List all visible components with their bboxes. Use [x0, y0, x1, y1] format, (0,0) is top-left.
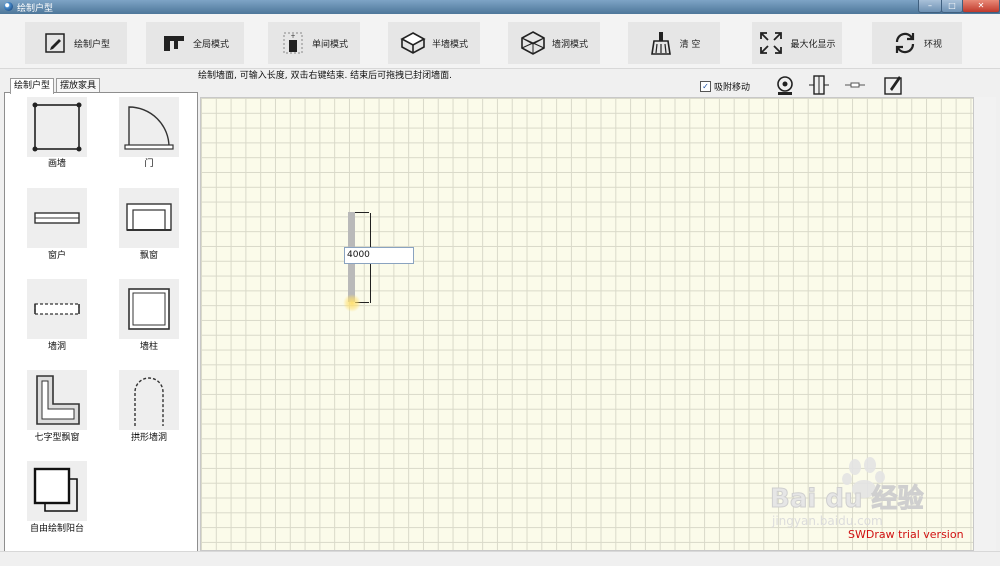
- edit-tool-icon[interactable]: [882, 74, 904, 96]
- right-margin: [974, 97, 996, 551]
- pencil-icon: [45, 33, 65, 53]
- instruction-text: 绘制墙面, 可输入长度, 双击右键结束. 结束后可拖拽已封闭墙面.: [198, 71, 453, 81]
- measure-tool-icon[interactable]: [844, 74, 866, 96]
- free-balcony-tool[interactable]: [27, 461, 87, 521]
- arch-opening-icon: [134, 377, 164, 426]
- look-around-button[interactable]: 环视: [872, 22, 962, 64]
- wall-opening-tool[interactable]: [27, 279, 87, 339]
- window-tool[interactable]: [27, 188, 87, 248]
- snap-checkbox[interactable]: ✓: [700, 81, 711, 92]
- door-tool-icon[interactable]: [808, 74, 830, 96]
- dimension-tick-top: [355, 212, 369, 213]
- draw-floorplan-button[interactable]: 绘制户型: [25, 22, 127, 64]
- door-tool[interactable]: [119, 97, 179, 157]
- app-window: 绘制户型 – □ ✕ 绘制户型 全局模式 + 单间模式 半墙模式 墙洞模式 清 …: [0, 0, 1000, 566]
- close-button[interactable]: ✕: [962, 0, 1000, 13]
- rotate-icon: [895, 32, 915, 54]
- global-mode-button[interactable]: 全局模式: [146, 22, 244, 64]
- item-label: 窗户: [47, 251, 66, 261]
- pillar-tool[interactable]: [119, 279, 179, 339]
- bay-window-icon: [126, 203, 172, 231]
- toolbar-label: 环视: [923, 39, 942, 50]
- item-label: 七字型飘窗: [34, 433, 80, 443]
- watermark-url: jingyan.baidu.com: [772, 514, 883, 528]
- item-label: 画墙: [47, 159, 66, 169]
- svg-text:+: +: [290, 33, 295, 40]
- half-wall-mode-button[interactable]: 半墙模式: [388, 22, 480, 64]
- toolbar-label: 墙洞模式: [551, 39, 588, 50]
- pillar-icon: [128, 288, 170, 330]
- maximize-window-button[interactable]: □: [941, 0, 963, 13]
- maximize-icon: [760, 32, 783, 54]
- free-balcony-icon: [33, 467, 78, 512]
- bottom-strip: [0, 551, 1000, 566]
- tab-draw-floorplan[interactable]: 绘制户型: [10, 78, 55, 94]
- window-icon: [34, 212, 80, 224]
- toolbar-label: 全局模式: [192, 39, 229, 50]
- title-bar: 绘制户型 – □ ✕: [0, 0, 1000, 15]
- item-label: 拱形墙洞: [130, 433, 167, 443]
- bay-window-tool[interactable]: [119, 188, 179, 248]
- tool-panel: 画墙 门 窗户 飘窗 墙洞 墙柱 七字型飘窗 拱形墙洞 自由绘制阳台: [4, 92, 198, 552]
- app-logo-icon: [4, 2, 13, 11]
- draw-wall-icon: [32, 102, 82, 152]
- wall-hole-icon: [521, 31, 545, 55]
- maximize-display-button[interactable]: 最大化显示: [752, 22, 842, 64]
- global-mode-icon: [163, 36, 184, 51]
- main-toolbar: 绘制户型 全局模式 + 单间模式 半墙模式 墙洞模式 清 空 最大化显示 环视: [0, 14, 1000, 69]
- l-bay-window-icon: [36, 375, 80, 425]
- wall-hole-mode-button[interactable]: 墙洞模式: [508, 22, 600, 64]
- clear-button[interactable]: 清 空: [628, 22, 720, 64]
- cursor-highlight: [343, 294, 361, 312]
- single-room-mode-button[interactable]: + 单间模式: [268, 22, 360, 64]
- draw-wall-tool[interactable]: [27, 97, 87, 157]
- item-label: 飘窗: [139, 251, 158, 261]
- item-label: 墙洞: [47, 342, 66, 352]
- arch-opening-tool[interactable]: [119, 370, 179, 430]
- item-label: 门: [144, 159, 154, 169]
- single-room-icon: +: [283, 32, 303, 54]
- broom-icon: [650, 32, 671, 55]
- trial-version-text: SWDraw trial version: [848, 528, 964, 541]
- toolbar-label: 半墙模式: [431, 39, 468, 50]
- snap-move-toggle[interactable]: ✓ 吸附移动: [700, 80, 750, 93]
- toolbar-label: 绘制户型: [73, 39, 110, 50]
- toolbar-label: 单间模式: [311, 39, 348, 50]
- watermark-text: Bai du 经验: [770, 484, 924, 515]
- door-icon: [124, 106, 174, 150]
- toolbar-label: 清 空: [679, 39, 701, 50]
- minimize-button[interactable]: –: [918, 0, 942, 13]
- item-label: 墙柱: [139, 342, 158, 352]
- l-bay-window-tool[interactable]: [27, 370, 87, 430]
- snap-label: 吸附移动: [714, 83, 751, 93]
- toolbar-label: 最大化显示: [790, 39, 836, 50]
- tab-place-furniture[interactable]: 摆放家具: [56, 78, 101, 93]
- window-title: 绘制户型: [17, 4, 54, 14]
- wall-length-input[interactable]: 4000: [344, 247, 414, 264]
- camera-icon[interactable]: [774, 74, 796, 96]
- wall-opening-icon: [34, 303, 80, 315]
- half-wall-icon: [400, 32, 426, 54]
- item-label: 自由绘制阳台: [29, 524, 84, 534]
